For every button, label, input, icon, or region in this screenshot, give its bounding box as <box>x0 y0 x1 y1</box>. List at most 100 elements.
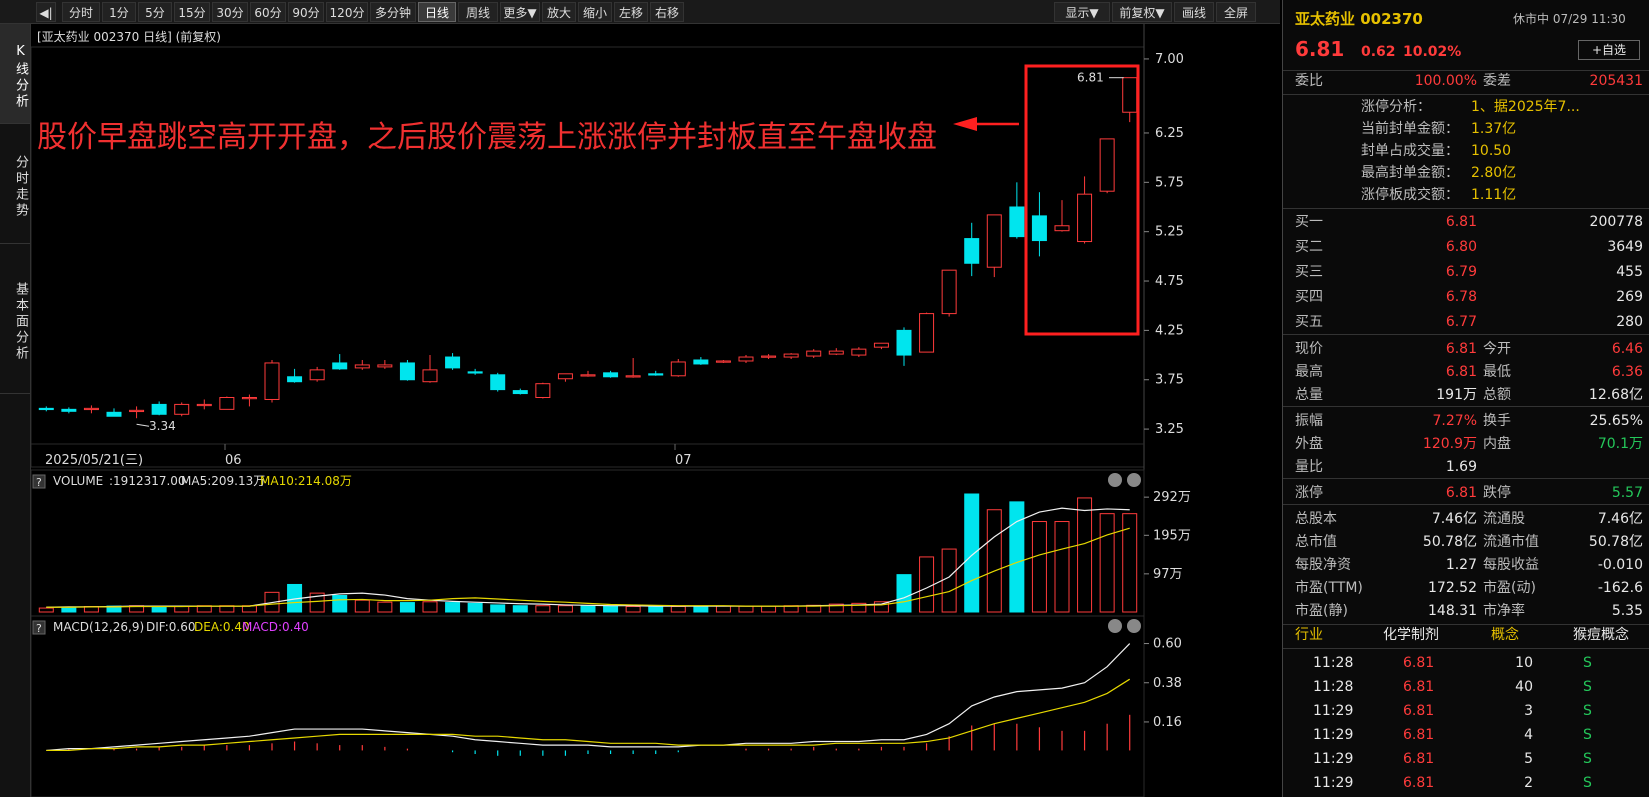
period-button-8[interactable]: 多分钟 <box>370 2 416 22</box>
toolbar-right-button-3[interactable]: 全屏 <box>1216 2 1256 22</box>
bid-volume-2: 455 <box>1616 264 1643 280</box>
toolbar-right-button-1[interactable]: 前复权▼ <box>1112 2 1172 22</box>
macd-gear-icon <box>1108 619 1122 633</box>
limit-info-label-4: 涨停板成交额： <box>1361 187 1459 203</box>
volume-bar-27 <box>648 605 664 613</box>
add-favorite-button[interactable]: +自选 <box>1578 40 1640 60</box>
period-button-9[interactable]: 日线 <box>418 2 456 22</box>
candle-body-21 <box>512 390 528 395</box>
kline-ytick-label-4: 4.75 <box>1155 274 1184 289</box>
period-button-4[interactable]: 30分 <box>212 2 248 22</box>
volume-bar-26 <box>625 605 641 613</box>
separator <box>1283 406 1649 407</box>
stats4-value-1-1: 50.78亿 <box>1422 534 1477 550</box>
left-tab-0[interactable]: K线分析 <box>0 24 30 124</box>
tick-side-0: S <box>1583 655 1592 671</box>
stats1-value-2-3: 12.68亿 <box>1588 387 1643 403</box>
left-tab-2[interactable]: 基本面分析 <box>0 244 30 394</box>
bid-volume-4: 280 <box>1616 314 1643 330</box>
stats4-label-0-0: 总股本 <box>1295 511 1337 527</box>
weicha-value: 205431 <box>1589 73 1643 89</box>
toolbar-right-button-0[interactable]: 显示▼ <box>1054 2 1110 22</box>
candle-body-20 <box>490 374 506 391</box>
candle-body-43 <box>1009 206 1025 238</box>
stats4-value-3-3: -162.6 <box>1597 580 1643 596</box>
period-button-12[interactable]: 放大 <box>542 2 576 22</box>
period-button-14[interactable]: 左移 <box>614 2 648 22</box>
tick-price-3: 6.81 <box>1403 727 1435 743</box>
annotation-text: 股价早盘跳空高开开盘，之后股价震荡上涨涨停并封板直至午盘收盘 <box>37 120 937 155</box>
volume-bar-0 <box>38 607 54 613</box>
candle-body-24 <box>580 374 596 377</box>
period-button-0[interactable]: 分时 <box>62 2 100 22</box>
candle-body-40 <box>941 269 957 315</box>
kline-ytick-label-7: 3.25 <box>1155 422 1184 437</box>
candle-body-8 <box>219 397 235 410</box>
bid-price-3: 6.78 <box>1445 289 1477 305</box>
period-button-10[interactable]: 周线 <box>458 2 498 22</box>
candle-body-5 <box>151 403 167 415</box>
stats4-value-3-1: 172.52 <box>1428 580 1477 596</box>
price-change-pct: 10.02% <box>1403 44 1462 60</box>
limit-info-value-1: 1.37亿 <box>1471 121 1517 137</box>
candle-body-19 <box>467 371 483 374</box>
tag-2: 概念 <box>1491 627 1519 643</box>
period-button-3[interactable]: 15分 <box>174 2 210 22</box>
x-label-month-6: 06 <box>225 453 242 468</box>
candle-body-13 <box>332 362 348 370</box>
volume-bar-38 <box>896 574 912 613</box>
toolbar-right-button-2[interactable]: 画线 <box>1174 2 1214 22</box>
volume-bar-13 <box>332 594 348 613</box>
period-button-7[interactable]: 120分 <box>326 2 368 22</box>
bid-label-4: 买五 <box>1295 314 1323 330</box>
period-toolbar: ◀| 分时 1分 5分 15分 30分 60分 90分 120分 多分钟 日线 周线 更多▼ 放大 缩小 左移… <box>0 0 1280 24</box>
vol-ytick-label-1: 195万 <box>1153 528 1191 543</box>
candle-body-6 <box>174 403 190 415</box>
candle-body-0 <box>38 407 54 411</box>
stats4-label-2-2: 每股收益 <box>1483 557 1539 573</box>
stats3-label-0-2: 跌停 <box>1483 485 1511 501</box>
bid-price-2: 6.79 <box>1445 264 1477 280</box>
bid-price-4: 6.77 <box>1445 314 1477 330</box>
macd-title: MACD(12,26,9) <box>53 620 144 634</box>
period-button-1[interactable]: 1分 <box>102 2 136 22</box>
candle-body-35 <box>828 350 844 355</box>
volume-ma5: MA5:209.13万 <box>181 474 265 488</box>
bid-volume-3: 269 <box>1616 289 1643 305</box>
volume-bar-19 <box>467 602 483 613</box>
bid-volume-0: 200778 <box>1589 214 1643 230</box>
limit-info-value-4: 1.11亿 <box>1471 187 1517 203</box>
volume-bar-17 <box>422 601 438 613</box>
candle-body-23 <box>557 373 573 380</box>
x-label-month-7: 07 <box>675 453 692 468</box>
stats4-value-0-1: 7.46亿 <box>1431 511 1477 527</box>
candle-body-28 <box>670 361 686 377</box>
kline-ytick-label-6: 3.75 <box>1155 373 1184 388</box>
period-button-11[interactable]: 更多▼ <box>500 2 540 22</box>
period-button-6[interactable]: 90分 <box>288 2 324 22</box>
volume-bar-44 <box>1031 521 1047 613</box>
weibi-label: 委比 <box>1295 73 1323 89</box>
macd-frame <box>31 615 1145 797</box>
macd-ytick-label-1: 0.38 <box>1153 676 1182 691</box>
stats4-label-1-2: 流通市值 <box>1483 534 1539 550</box>
stats4-label-0-2: 流通股 <box>1483 511 1525 527</box>
stats2-label-0-0: 振幅 <box>1295 413 1323 429</box>
candle-body-33 <box>783 353 799 358</box>
stats2-value-2-1: 1.69 <box>1445 459 1477 475</box>
stats4-label-1-0: 总市值 <box>1295 534 1337 550</box>
candle-body-17 <box>422 369 438 383</box>
stats4-label-3-2: 市盈(动) <box>1483 580 1536 596</box>
period-button-2[interactable]: 5分 <box>138 2 172 22</box>
candle-body-27 <box>648 373 664 376</box>
stats1-value-0-1: 6.81 <box>1445 341 1477 357</box>
macd-dif: DIF:0.60 <box>146 620 196 634</box>
period-button-13[interactable]: 缩小 <box>578 2 612 22</box>
left-tab-1[interactable]: 分时走势 <box>0 124 30 244</box>
period-button-15[interactable]: 右移 <box>650 2 684 22</box>
candle-body-46 <box>1077 193 1093 243</box>
candle-body-34 <box>806 350 822 357</box>
back-button[interactable]: ◀| <box>36 2 56 22</box>
period-button-5[interactable]: 60分 <box>250 2 286 22</box>
stats4-value-2-3: -0.010 <box>1597 557 1643 573</box>
